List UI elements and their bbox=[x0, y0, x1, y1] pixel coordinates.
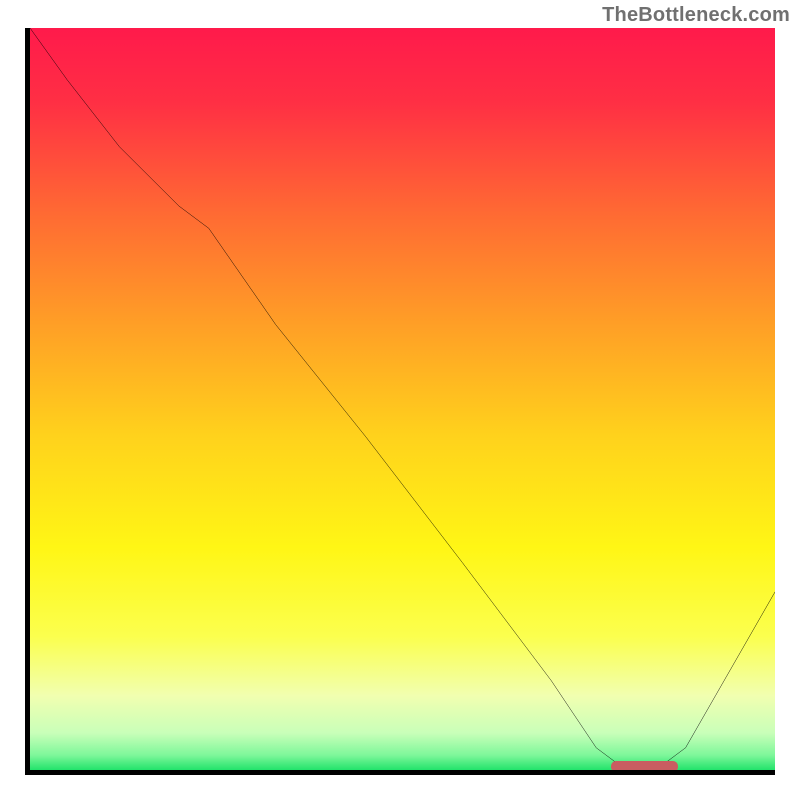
bottleneck-curve bbox=[30, 28, 775, 770]
chart-container: TheBottleneck.com bbox=[0, 0, 800, 800]
watermark-text: TheBottleneck.com bbox=[602, 4, 790, 27]
optimal-marker bbox=[611, 761, 678, 770]
axes-frame bbox=[25, 28, 775, 775]
plot-area bbox=[30, 28, 775, 770]
